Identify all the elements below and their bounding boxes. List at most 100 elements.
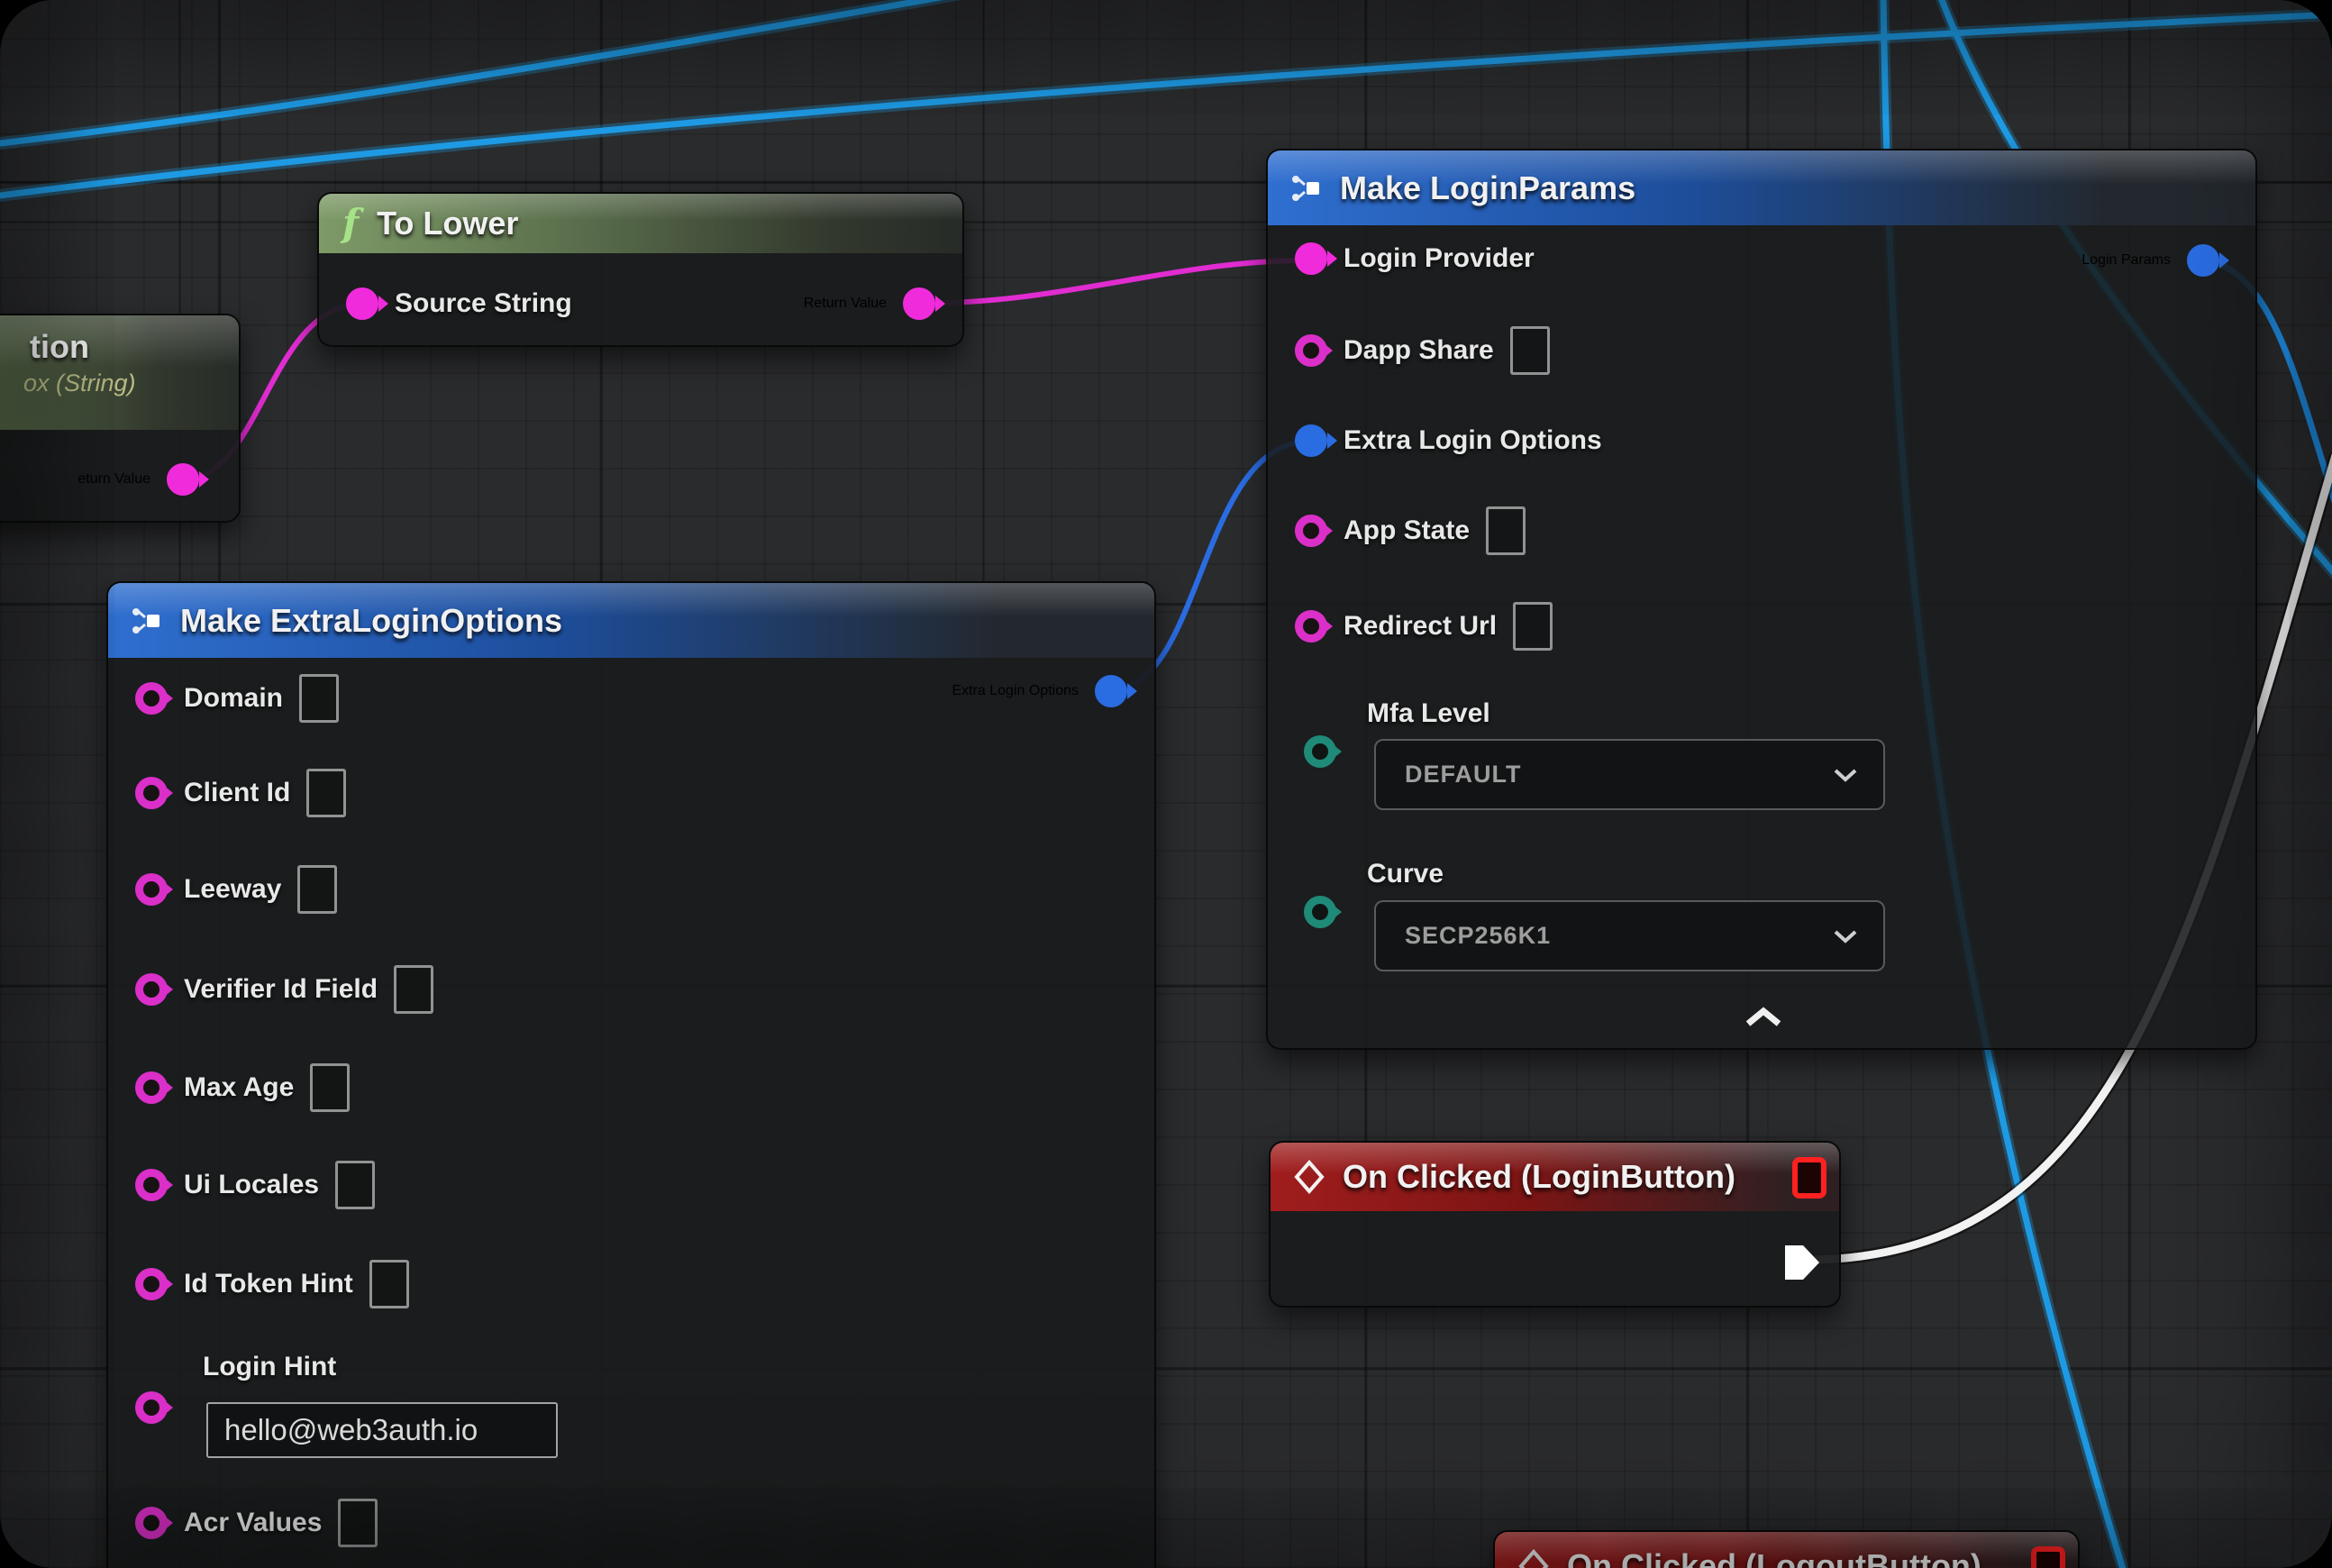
blueprint-graph[interactable]: tion ox (String) eturn Value f To Lower …: [0, 0, 2332, 1568]
make-extraloginoptions-header[interactable]: Make ExtraLoginOptions: [108, 583, 1154, 658]
login-hint-pin[interactable]: [135, 1391, 168, 1424]
mfa-level-pin[interactable]: [1304, 735, 1336, 768]
mfa-level-value: DEFAULT: [1405, 761, 1522, 789]
acr-values-label: Acr Values: [184, 1508, 322, 1538]
acr-values-checkbox[interactable]: [338, 1499, 378, 1547]
node-make-login-params[interactable]: Make LoginParams Login Provider Login Pa…: [1266, 149, 2257, 1050]
source-string-pin[interactable]: [346, 287, 378, 320]
redirect-url-label: Redirect Url: [1344, 611, 1497, 642]
node-title: Make ExtraLoginOptions: [180, 602, 562, 640]
login-provider-label: Login Provider: [1344, 243, 1535, 274]
pin-row-verifier-id-field: Verifier Id Field: [135, 964, 433, 1015]
app-state-label: App State: [1344, 515, 1470, 546]
return-value-pin[interactable]: [167, 463, 199, 496]
node-title: On Clicked (LoginButton): [1343, 1158, 1735, 1196]
event-binding-red-icon[interactable]: [1792, 1157, 1826, 1199]
node-title: On Clicked (LogoutButton): [1567, 1547, 1981, 1568]
ui-locales-pin[interactable]: [135, 1169, 168, 1201]
leeway-checkbox[interactable]: [297, 865, 337, 914]
ui-locales-checkbox[interactable]: [335, 1161, 375, 1209]
login-provider-pin[interactable]: [1295, 242, 1327, 275]
domain-pin[interactable]: [135, 682, 168, 715]
curve-pin[interactable]: [1304, 896, 1336, 928]
app-state-checkbox[interactable]: [1486, 506, 1526, 555]
make-loginparams-header[interactable]: Make LoginParams: [1268, 150, 2255, 225]
dapp-share-pin[interactable]: [1295, 334, 1327, 367]
on-clicked-logout-header[interactable]: On Clicked (LogoutButton): [1495, 1532, 2078, 1568]
mfa-level-dropdown[interactable]: DEFAULT: [1374, 739, 1885, 810]
redirect-url-pin[interactable]: [1295, 610, 1327, 643]
pin-row-extra-login-options: Extra Login Options: [1295, 415, 1602, 466]
acr-values-pin[interactable]: [135, 1507, 168, 1539]
event-binding-red-icon[interactable]: [2031, 1546, 2065, 1568]
client-id-checkbox[interactable]: [306, 769, 346, 817]
login-params-output-row: Login Params: [2081, 235, 2219, 286]
pin-row-ui-locales: Ui Locales: [135, 1160, 375, 1210]
node-title: tion: [0, 328, 89, 366]
collapse-node-chevron-icon[interactable]: [1743, 1007, 1784, 1028]
extra-login-options-output-pin[interactable]: [1095, 675, 1127, 707]
make-struct-icon: [132, 605, 162, 637]
node-title: To Lower: [377, 205, 518, 242]
redirect-url-checkbox[interactable]: [1513, 602, 1553, 651]
node-string-function-header[interactable]: tion ox (String): [0, 315, 239, 430]
extra-login-options-label: Extra Login Options: [1344, 425, 1602, 456]
dapp-share-label: Dapp Share: [1344, 335, 1494, 366]
mfa-level-label: Mfa Level: [1367, 698, 1490, 729]
client-id-pin[interactable]: [135, 777, 168, 809]
node-to-lower[interactable]: f To Lower Source String Return Value: [317, 192, 964, 347]
pin-row-acr-values: Acr Values: [135, 1498, 378, 1548]
id-token-hint-pin[interactable]: [135, 1268, 168, 1300]
dapp-share-checkbox[interactable]: [1510, 326, 1550, 375]
login-hint-input[interactable]: [206, 1402, 558, 1458]
node-on-clicked-logout-button[interactable]: On Clicked (LogoutButton): [1493, 1530, 2080, 1568]
pin-row-leeway: Leeway: [135, 864, 337, 915]
return-value-row: Return Value: [804, 278, 935, 329]
event-diamond-icon: [1518, 1549, 1549, 1568]
id-token-hint-checkbox[interactable]: [369, 1260, 409, 1308]
return-value-label: eturn Value: [77, 471, 150, 488]
login-hint-label: Login Hint: [203, 1352, 336, 1382]
extra-login-options-input-pin[interactable]: [1295, 424, 1327, 457]
source-string-label: Source String: [395, 288, 572, 319]
domain-checkbox[interactable]: [299, 674, 339, 723]
node-subtitle: ox (String): [0, 369, 136, 397]
pin-row-max-age: Max Age: [135, 1062, 350, 1113]
node-make-extra-login-options[interactable]: Make ExtraLoginOptions Extra Login Optio…: [106, 581, 1156, 1568]
login-params-output-pin[interactable]: [2187, 244, 2219, 277]
pin-row-login-provider: Login Provider: [1295, 233, 1535, 284]
max-age-pin[interactable]: [135, 1071, 168, 1104]
max-age-checkbox[interactable]: [310, 1063, 350, 1112]
pin-row-redirect-url: Redirect Url: [1295, 601, 1553, 652]
verifier-id-field-pin[interactable]: [135, 973, 168, 1006]
to-lower-header[interactable]: f To Lower: [319, 194, 962, 253]
wire-string-tolower-to-loginprovider[interactable]: [915, 260, 1308, 303]
curve-label: Curve: [1367, 859, 1444, 889]
return-value-label: Return Value: [804, 296, 887, 312]
function-f-icon: f: [342, 205, 359, 242]
pin-row-client-id: Client Id: [135, 768, 346, 818]
make-struct-icon: [1291, 172, 1322, 205]
on-clicked-login-header[interactable]: On Clicked (LoginButton): [1271, 1143, 1839, 1211]
max-age-label: Max Age: [184, 1072, 294, 1103]
client-id-label: Client Id: [184, 778, 290, 808]
pin-row-dapp-share: Dapp Share: [1295, 325, 1550, 376]
domain-label: Domain: [184, 683, 283, 714]
chevron-down-icon: [1833, 768, 1858, 782]
node-string-function-partial[interactable]: tion ox (String) eturn Value: [0, 314, 241, 523]
verifier-id-field-checkbox[interactable]: [394, 965, 433, 1014]
extra-login-options-output-row: Extra Login Options: [952, 666, 1127, 716]
event-diamond-icon: [1294, 1160, 1325, 1194]
login-params-output-label: Login Params: [2081, 252, 2171, 269]
return-value-output-row: eturn Value: [77, 454, 199, 505]
curve-dropdown[interactable]: SECP256K1: [1374, 900, 1885, 971]
verifier-id-field-label: Verifier Id Field: [184, 974, 378, 1005]
screenshot-frame: tion ox (String) eturn Value f To Lower …: [0, 0, 2332, 1568]
ui-locales-label: Ui Locales: [184, 1170, 319, 1200]
exec-output-pin[interactable]: [1781, 1242, 1823, 1283]
return-value-pin[interactable]: [903, 287, 935, 320]
leeway-pin[interactable]: [135, 873, 168, 906]
app-state-pin[interactable]: [1295, 515, 1327, 547]
node-on-clicked-login-button[interactable]: On Clicked (LoginButton): [1269, 1141, 1841, 1308]
id-token-hint-label: Id Token Hint: [184, 1269, 353, 1299]
